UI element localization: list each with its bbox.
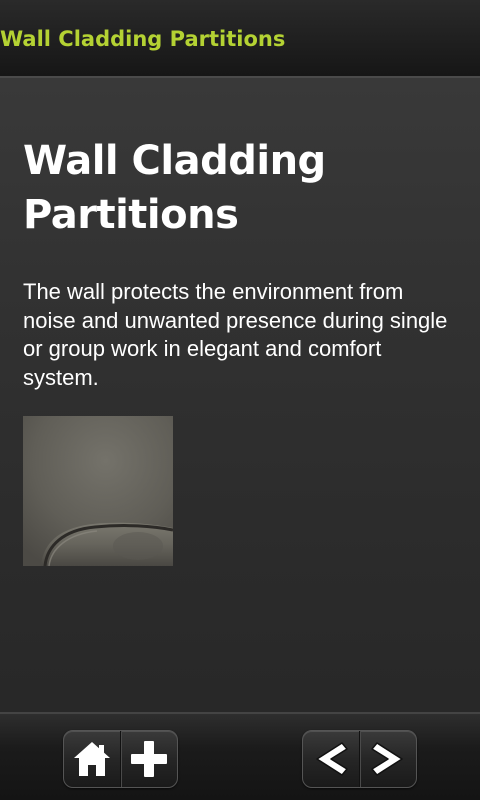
title-bar: Wall Cladding Partitions <box>0 0 480 78</box>
left-button-group <box>63 730 178 788</box>
app-screen: Wall Cladding Partitions Wall Cladding P… <box>0 0 480 800</box>
add-button[interactable] <box>120 731 177 787</box>
arrow-right-icon <box>371 742 403 776</box>
app-title: Wall Cladding Partitions <box>0 27 286 51</box>
page-heading: Wall Cladding Partitions <box>23 138 326 238</box>
plus-icon <box>131 741 167 777</box>
arrow-left-icon <box>316 742 348 776</box>
home-icon <box>74 742 110 776</box>
product-image <box>23 416 173 566</box>
page-description: The wall protects the environment from n… <box>23 279 448 390</box>
next-button[interactable] <box>359 731 416 787</box>
bottom-toolbar <box>0 712 480 800</box>
previous-button[interactable] <box>303 731 359 787</box>
product-image-graphic <box>23 416 173 566</box>
home-button[interactable] <box>64 731 120 787</box>
main-content: Wall Cladding Partitions The wall protec… <box>23 134 463 392</box>
right-button-group <box>302 730 417 788</box>
